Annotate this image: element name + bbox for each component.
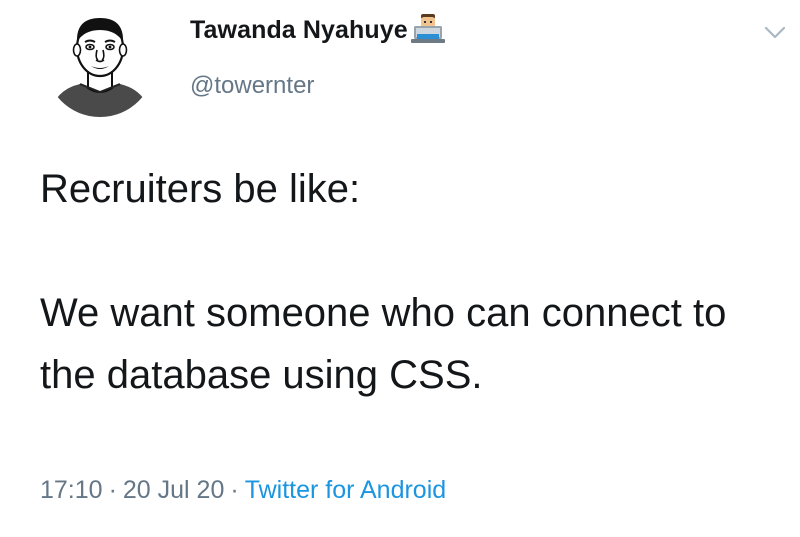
man-technologist-emoji-icon	[410, 12, 446, 44]
tweet-body: Recruiters be like: We want someone who …	[40, 158, 780, 406]
chevron-down-icon	[764, 26, 786, 39]
tweet-paragraph: We want someone who can connect to the d…	[40, 291, 727, 397]
user-handle[interactable]: @towernter	[190, 72, 314, 100]
tweet-source-link[interactable]: Twitter for Android	[245, 476, 446, 504]
meta-separator: ·	[230, 476, 239, 504]
tweet-date[interactable]: 20 Jul 20	[123, 476, 224, 504]
avatar[interactable]	[44, 6, 156, 118]
author-name-row[interactable]: Tawanda Nyahuye	[190, 14, 446, 46]
tweet-paragraph: Recruiters be like:	[40, 167, 361, 211]
tweet-time[interactable]: 17:10	[40, 476, 103, 504]
tweet-card: Tawanda Nyahuye @towernter Recruiters be…	[0, 0, 800, 537]
tweet-meta: 17:10 · 20 Jul 20 · Twitter for Android	[40, 476, 446, 505]
tweet-menu-button[interactable]	[760, 18, 790, 48]
display-name[interactable]: Tawanda Nyahuye	[190, 16, 408, 45]
meta-separator: ·	[108, 476, 117, 504]
